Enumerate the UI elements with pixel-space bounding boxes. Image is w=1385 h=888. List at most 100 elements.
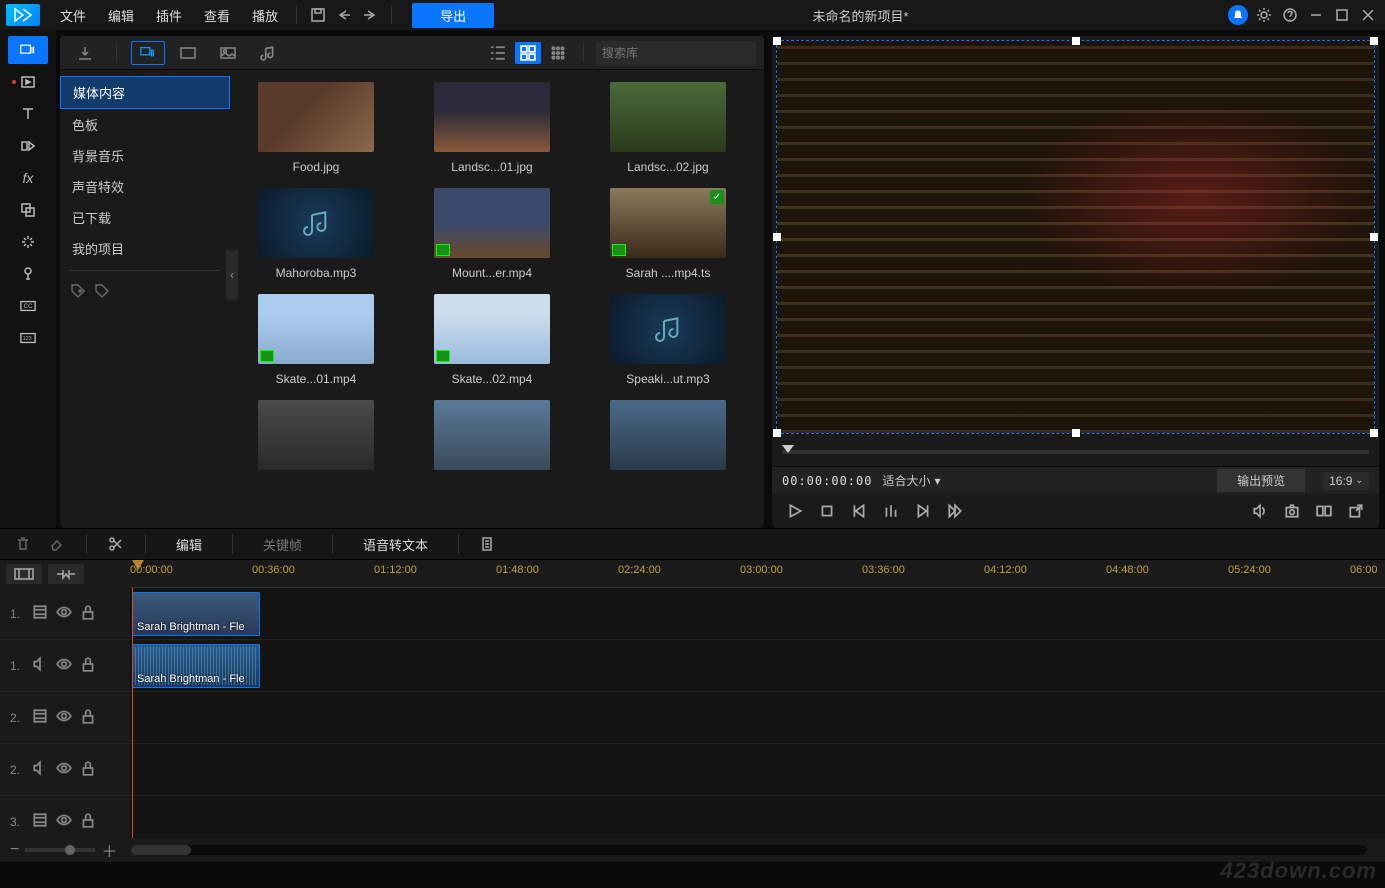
timeline-horizontal-scroll[interactable]	[131, 845, 1367, 855]
settings-icon[interactable]	[1253, 4, 1275, 26]
view-options-icon[interactable]	[545, 42, 571, 64]
resize-handle[interactable]	[1370, 37, 1378, 45]
import-icon[interactable]	[68, 41, 102, 65]
scrub-playhead-icon[interactable]	[782, 445, 794, 453]
sidebar-effects-icon[interactable]: fx	[8, 164, 48, 192]
nav-color-boards[interactable]: 色板	[60, 109, 230, 140]
mark-in-icon[interactable]	[878, 499, 904, 523]
lock-icon[interactable]	[80, 708, 96, 727]
playhead-line[interactable]	[132, 588, 133, 838]
collapse-handle-icon[interactable]: ‹	[226, 250, 238, 300]
tag-add-icon[interactable]	[70, 283, 86, 302]
track-lane[interactable]	[130, 744, 1385, 796]
timeline-snap-icon[interactable]	[48, 564, 84, 584]
export-button[interactable]: 导出	[412, 3, 494, 28]
eraser-icon[interactable]	[44, 533, 70, 555]
media-thumb[interactable]	[590, 400, 746, 478]
zoom-fit-dropdown[interactable]: 适合大小▾	[882, 472, 940, 489]
nav-sound-fx[interactable]: 声音特效	[60, 171, 230, 202]
menu-play[interactable]: 播放	[242, 2, 288, 29]
nav-bgm[interactable]: 背景音乐	[60, 140, 230, 171]
speaker-icon[interactable]	[32, 656, 48, 675]
resize-handle[interactable]	[1072, 429, 1080, 437]
media-thumb[interactable]: Food.jpg	[238, 82, 394, 174]
media-thumb[interactable]: Mahoroba.mp3	[238, 188, 394, 280]
sidebar-caption-icon[interactable]: CC	[8, 292, 48, 320]
search-input[interactable]	[602, 46, 757, 60]
media-thumb[interactable]	[238, 400, 394, 478]
play-icon[interactable]	[782, 499, 808, 523]
timeline-view-icon[interactable]	[6, 564, 42, 584]
eye-icon[interactable]	[56, 708, 72, 727]
fast-forward-icon[interactable]	[942, 499, 968, 523]
resize-handle[interactable]	[1370, 233, 1378, 241]
tag-icon[interactable]	[94, 283, 110, 302]
track-lane[interactable]	[130, 796, 1385, 838]
film-icon[interactable]	[32, 708, 48, 727]
trash-icon[interactable]	[10, 533, 36, 555]
film-icon[interactable]	[32, 604, 48, 623]
edit-button[interactable]: 编辑	[162, 531, 216, 558]
sidebar-transition-icon[interactable]	[8, 132, 48, 160]
track-lane[interactable]: Sarah Brightman - Fle	[130, 588, 1385, 640]
sidebar-particle-icon[interactable]	[8, 228, 48, 256]
preview-video[interactable]	[776, 40, 1375, 434]
tab-audio-icon[interactable]	[251, 41, 285, 65]
snapshot-icon[interactable]	[1279, 499, 1305, 523]
nav-my-projects[interactable]: 我的项目	[60, 233, 230, 264]
nav-downloaded[interactable]: 已下载	[60, 202, 230, 233]
zoom-out-icon[interactable]: −	[10, 841, 19, 859]
eye-icon[interactable]	[56, 604, 72, 623]
popout-icon[interactable]	[1343, 499, 1369, 523]
eye-icon[interactable]	[56, 812, 72, 831]
lock-icon[interactable]	[80, 656, 96, 675]
maximize-icon[interactable]	[1331, 4, 1353, 26]
sidebar-media-icon[interactable]	[8, 36, 48, 64]
media-thumb[interactable]: Landsc...01.jpg	[414, 82, 570, 174]
resize-handle[interactable]	[1072, 37, 1080, 45]
media-thumb[interactable]: Speaki...ut.mp3	[590, 294, 746, 386]
track-lane[interactable]	[130, 692, 1385, 744]
menu-view[interactable]: 查看	[194, 2, 240, 29]
menu-edit[interactable]: 编辑	[98, 2, 144, 29]
tab-media-icon[interactable]	[131, 41, 165, 65]
media-thumb[interactable]: Skate...02.mp4	[414, 294, 570, 386]
output-preview-button[interactable]: 输出预览	[1217, 469, 1305, 492]
lock-icon[interactable]	[80, 760, 96, 779]
menu-plugins[interactable]: 插件	[146, 2, 192, 29]
sidebar-video-icon[interactable]	[8, 68, 48, 96]
sidebar-template-icon[interactable]: 123	[8, 324, 48, 352]
undo-icon[interactable]	[331, 4, 357, 26]
tab-video-icon[interactable]	[171, 41, 205, 65]
view-grid-icon[interactable]	[515, 42, 541, 64]
save-icon[interactable]	[305, 4, 331, 26]
view-list-icon[interactable]	[485, 42, 511, 64]
aspect-ratio-dropdown[interactable]: 16:9⌄	[1323, 472, 1369, 490]
lock-icon[interactable]	[80, 604, 96, 623]
media-thumb[interactable]: Mount...er.mp4	[414, 188, 570, 280]
track-body[interactable]: Sarah Brightman - FleSarah Brightman - F…	[130, 588, 1385, 838]
sidebar-text-icon[interactable]	[8, 100, 48, 128]
speech-to-text-button[interactable]: 语音转文本	[349, 531, 442, 558]
eye-icon[interactable]	[56, 656, 72, 675]
menu-file[interactable]: 文件	[50, 2, 96, 29]
zoom-in-icon[interactable]: ＋	[101, 838, 117, 862]
eye-icon[interactable]	[56, 760, 72, 779]
zoom-slider[interactable]	[25, 848, 95, 852]
media-thumb[interactable]	[414, 400, 570, 478]
more-tools-icon[interactable]	[475, 533, 501, 555]
split-icon[interactable]	[103, 533, 129, 555]
prev-frame-icon[interactable]	[846, 499, 872, 523]
help-icon[interactable]	[1279, 4, 1301, 26]
tab-image-icon[interactable]	[211, 41, 245, 65]
sidebar-audio-icon[interactable]	[8, 260, 48, 288]
sidebar-overlay-icon[interactable]	[8, 196, 48, 224]
film-icon[interactable]	[32, 812, 48, 831]
track-lane[interactable]: Sarah Brightman - Fle	[130, 640, 1385, 692]
minimize-icon[interactable]	[1305, 4, 1327, 26]
resize-handle[interactable]	[773, 37, 781, 45]
notification-icon[interactable]	[1227, 4, 1249, 26]
next-frame-icon[interactable]	[910, 499, 936, 523]
media-thumb[interactable]: ✓Sarah ....mp4.ts	[590, 188, 746, 280]
resize-handle[interactable]	[773, 233, 781, 241]
